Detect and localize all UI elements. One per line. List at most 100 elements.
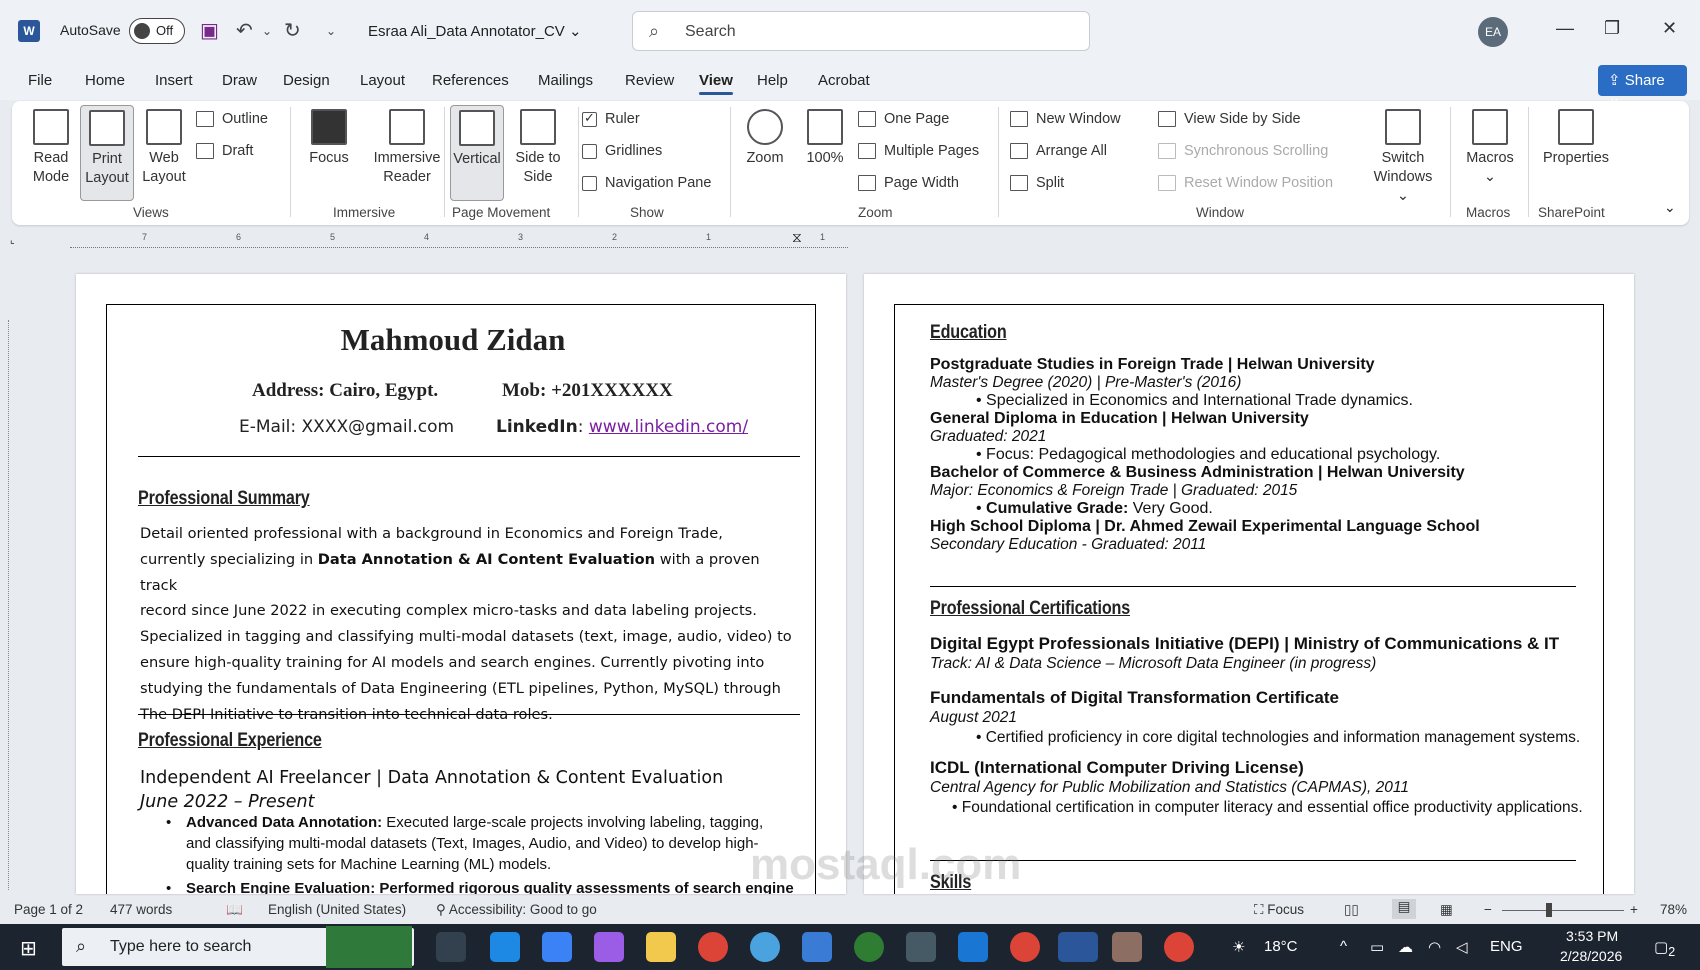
- volume-icon[interactable]: ◁: [1456, 938, 1468, 956]
- wifi-icon[interactable]: ◠: [1428, 938, 1441, 956]
- task-view-icon[interactable]: [436, 932, 466, 962]
- chrome-profile-icon[interactable]: [1010, 932, 1040, 962]
- document-page-2[interactable]: Education Postgraduate Studies in Foreig…: [864, 274, 1634, 894]
- search-box[interactable]: ⌕ Search: [632, 11, 1090, 51]
- print-layout-view-icon[interactable]: ▤: [1392, 899, 1416, 919]
- multiple-pages-button[interactable]: Multiple Pages: [858, 143, 979, 159]
- tab-view[interactable]: View: [699, 72, 733, 95]
- side-to-side-button[interactable]: Side to Side: [510, 109, 566, 187]
- input-language[interactable]: ENG: [1490, 938, 1523, 955]
- undo-icon[interactable]: ↶: [236, 18, 253, 43]
- gridlines-checkbox[interactable]: Gridlines: [582, 143, 662, 159]
- cloud-icon[interactable]: ☁: [1398, 938, 1413, 956]
- properties-button[interactable]: Properties: [1538, 109, 1614, 168]
- reset-window-position-button[interactable]: Reset Window Position: [1158, 175, 1333, 191]
- notification-icon[interactable]: ▢2: [1654, 938, 1675, 959]
- outline-button[interactable]: Outline: [196, 111, 268, 127]
- zoom-100-button[interactable]: 100%: [802, 109, 848, 168]
- zoom-slider-thumb[interactable]: [1546, 903, 1552, 917]
- chrome-icon[interactable]: [698, 932, 728, 962]
- minimize-icon[interactable]: —: [1556, 18, 1574, 39]
- zoom-level[interactable]: 78%: [1660, 902, 1687, 917]
- vertical-ruler[interactable]: [8, 320, 18, 890]
- tab-file[interactable]: File: [28, 72, 52, 89]
- autosave-toggle[interactable]: Off: [129, 18, 185, 44]
- restore-icon[interactable]: ❐: [1604, 18, 1620, 39]
- print-layout-button[interactable]: Print Layout: [80, 105, 134, 201]
- zoom-in-icon[interactable]: +: [1630, 902, 1638, 917]
- proofing-icon[interactable]: 📖: [226, 902, 243, 918]
- tab-references[interactable]: References: [432, 72, 509, 89]
- app-icon-1[interactable]: [750, 932, 780, 962]
- user-avatar[interactable]: EA: [1478, 17, 1508, 47]
- weather-widget-icon[interactable]: [326, 926, 412, 968]
- read-mode-button[interactable]: Read Mode: [26, 109, 76, 187]
- tab-home[interactable]: Home: [85, 72, 125, 89]
- focus-mode-button[interactable]: ⛶ Focus: [1254, 902, 1304, 918]
- undo-dropdown-icon[interactable]: ⌄: [262, 24, 272, 38]
- new-window-button[interactable]: New Window: [1010, 111, 1121, 127]
- immersive-reader-button[interactable]: Immersive Reader: [362, 109, 452, 187]
- customize-toolbar-icon[interactable]: ⌄: [326, 24, 336, 38]
- zoom-button[interactable]: Zoom: [740, 109, 790, 168]
- split-button[interactable]: Split: [1010, 175, 1064, 191]
- indent-marker[interactable]: ⧖: [792, 229, 802, 246]
- chrome-profile-2-icon[interactable]: [1164, 932, 1194, 962]
- clock-time[interactable]: 3:53 PM: [1566, 928, 1618, 944]
- arrange-all-button[interactable]: Arrange All: [1010, 143, 1107, 159]
- view-side-by-side-button[interactable]: View Side by Side: [1158, 111, 1301, 127]
- web-layout-button[interactable]: Web Layout: [138, 109, 190, 187]
- app-icon-2[interactable]: [802, 932, 832, 962]
- windows-start-icon[interactable]: ⊞: [20, 936, 37, 961]
- tab-layout[interactable]: Layout: [360, 72, 405, 89]
- zoom-out-icon[interactable]: −: [1484, 902, 1492, 917]
- store-icon[interactable]: [542, 932, 572, 962]
- tab-help[interactable]: Help: [757, 72, 788, 89]
- vertical-button[interactable]: Vertical: [450, 105, 504, 201]
- page-width-button[interactable]: Page Width: [858, 175, 959, 191]
- focus-button[interactable]: Focus: [304, 109, 354, 168]
- draft-button[interactable]: Draft: [196, 143, 253, 159]
- tab-mailings[interactable]: Mailings: [538, 72, 593, 89]
- tab-draw[interactable]: Draw: [222, 72, 257, 89]
- collapse-ribbon-icon[interactable]: ⌄: [1664, 199, 1676, 216]
- document-page-1[interactable]: Mahmoud Zidan Address: Cairo, Egypt. Mob…: [76, 274, 846, 894]
- tab-review[interactable]: Review: [625, 72, 674, 89]
- vscode-icon[interactable]: [958, 932, 988, 962]
- close-icon[interactable]: ✕: [1662, 18, 1677, 39]
- one-page-button[interactable]: One Page: [858, 111, 949, 127]
- zoom-slider[interactable]: [1502, 910, 1624, 911]
- app-icon-3[interactable]: [854, 932, 884, 962]
- tab-insert[interactable]: Insert: [155, 72, 193, 89]
- tab-acrobat[interactable]: Acrobat: [818, 72, 870, 89]
- navigation-pane-checkbox[interactable]: Navigation Pane: [582, 175, 711, 191]
- temperature[interactable]: 18°C: [1264, 938, 1298, 955]
- chevron-up-icon[interactable]: ^: [1340, 938, 1347, 955]
- clock-date[interactable]: 2/28/2026: [1560, 948, 1622, 964]
- share-button[interactable]: ⇪ Share ⌄: [1598, 65, 1687, 107]
- read-mode-view-icon[interactable]: ▯▯: [1344, 902, 1359, 918]
- save-icon[interactable]: ▣: [200, 18, 219, 43]
- language[interactable]: English (United States): [268, 902, 406, 917]
- edge-icon[interactable]: [490, 932, 520, 962]
- file-explorer-icon[interactable]: [646, 932, 676, 962]
- tab-selector-icon[interactable]: ⌞: [10, 235, 15, 246]
- web-layout-view-icon[interactable]: ▦: [1440, 902, 1453, 918]
- ruler-checkbox[interactable]: Ruler: [582, 110, 640, 127]
- macros-button[interactable]: Macros ⌄: [1460, 109, 1520, 187]
- tab-design[interactable]: Design: [283, 72, 330, 89]
- page-count[interactable]: Page 1 of 2: [14, 902, 83, 917]
- paint-icon[interactable]: [1112, 932, 1142, 962]
- copilot-icon[interactable]: [594, 932, 624, 962]
- accessibility-status[interactable]: ⚲ Accessibility: Good to go: [436, 902, 597, 918]
- redo-icon[interactable]: ↻: [284, 18, 301, 43]
- battery-icon[interactable]: ▭: [1370, 938, 1384, 956]
- switch-windows-button[interactable]: Switch Windows ⌄: [1366, 109, 1440, 206]
- word-count[interactable]: 477 words: [110, 902, 172, 917]
- app-icon-4[interactable]: [906, 932, 936, 962]
- synchronous-scrolling-button[interactable]: Synchronous Scrolling: [1158, 143, 1328, 159]
- horizontal-ruler[interactable]: ⌞ 7 6 5 4 3 2 1 1 ⧖: [0, 229, 1700, 257]
- word-taskbar-icon[interactable]: [1058, 932, 1098, 962]
- document-title[interactable]: Esraa Ali_Data Annotator_CV ⌄: [368, 22, 582, 40]
- linkedin-link[interactable]: www.linkedin.com/: [589, 417, 748, 437]
